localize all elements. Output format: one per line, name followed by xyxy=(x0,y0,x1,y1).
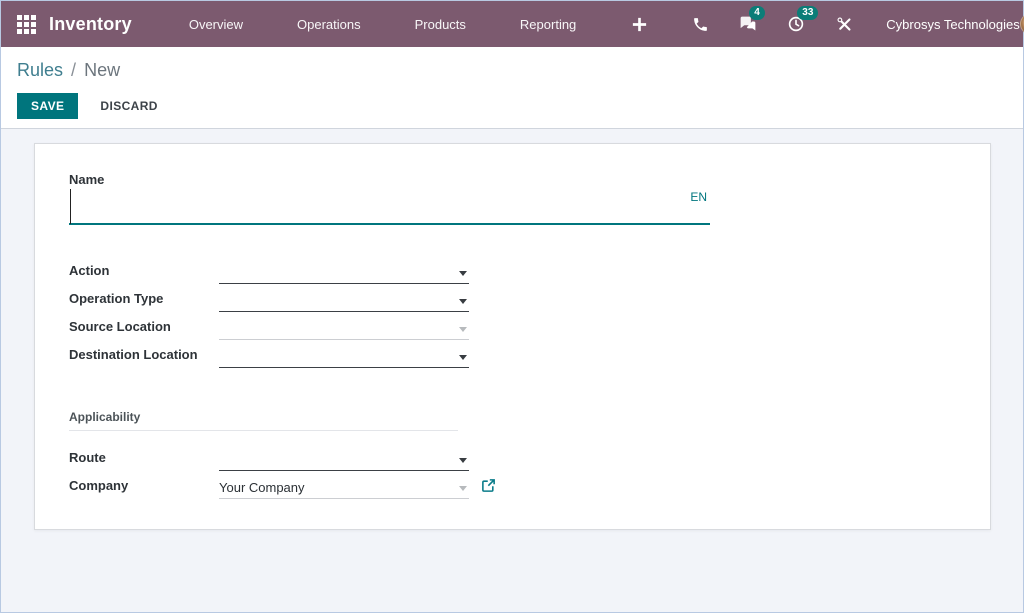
source-location-select xyxy=(219,318,469,340)
breadcrumb-rules-link[interactable]: Rules xyxy=(17,60,63,80)
main-navbar: Inventory Overview Operations Products R… xyxy=(1,1,1023,47)
route-select[interactable] xyxy=(219,449,469,471)
company-label: Company xyxy=(69,478,219,493)
menu-operations[interactable]: Operations xyxy=(270,3,388,46)
control-panel: Rules / New SAVE DISCARD xyxy=(1,47,1023,129)
destination-location-row: Destination Location xyxy=(69,340,950,368)
menu-reporting[interactable]: Reporting xyxy=(493,3,603,46)
action-label: Action xyxy=(69,263,219,278)
messages-icon[interactable]: 4 xyxy=(737,13,759,35)
breadcrumb-current: New xyxy=(84,60,120,80)
operation-type-select[interactable] xyxy=(219,290,469,312)
name-input[interactable]: EN xyxy=(69,187,710,225)
breadcrumb-separator: / xyxy=(68,60,79,80)
action-row: Action xyxy=(69,256,950,284)
operation-type-label: Operation Type xyxy=(69,291,219,306)
apps-grid-icon[interactable] xyxy=(17,14,36,34)
chevron-down-icon xyxy=(459,271,467,276)
action-select[interactable] xyxy=(219,262,469,284)
chevron-down-icon xyxy=(459,486,467,491)
source-location-label: Source Location xyxy=(69,319,219,334)
app-name[interactable]: Inventory xyxy=(49,14,132,35)
menu-overview[interactable]: Overview xyxy=(162,3,270,46)
chevron-down-icon xyxy=(459,458,467,463)
phone-icon[interactable] xyxy=(689,13,711,35)
operation-type-row: Operation Type xyxy=(69,284,950,312)
systray: 4 33 Cybrosys Technologies xyxy=(615,13,1019,35)
activities-clock-icon[interactable]: 33 xyxy=(785,13,807,35)
menu-products[interactable]: Products xyxy=(388,3,493,46)
top-menu: Overview Operations Products Reporting xyxy=(162,3,603,46)
messages-badge: 4 xyxy=(749,6,765,20)
applicability-section-title: Applicability xyxy=(69,410,458,431)
plus-icon[interactable] xyxy=(628,13,650,35)
name-label: Name xyxy=(69,172,710,187)
chevron-down-icon xyxy=(459,355,467,360)
translation-badge[interactable]: EN xyxy=(690,190,707,204)
destination-location-select[interactable] xyxy=(219,346,469,368)
route-label: Route xyxy=(69,450,219,465)
external-link-icon[interactable] xyxy=(481,478,496,493)
route-row: Route xyxy=(69,443,950,471)
chevron-down-icon xyxy=(459,327,467,332)
text-cursor xyxy=(70,189,71,224)
name-field-group: Name EN xyxy=(69,172,710,225)
breadcrumb: Rules / New xyxy=(17,60,1007,81)
content-area: Name EN Action Operation Type xyxy=(1,129,1023,612)
company-switcher[interactable]: Cybrosys Technologies xyxy=(886,17,1019,32)
chevron-down-icon xyxy=(459,299,467,304)
discard-button[interactable]: DISCARD xyxy=(92,93,165,119)
destination-location-label: Destination Location xyxy=(69,347,219,362)
user-menu[interactable]: Mitchell Admin xyxy=(1020,13,1024,35)
company-select: Your Company xyxy=(219,477,469,499)
save-button[interactable]: SAVE xyxy=(17,93,78,119)
control-panel-buttons: SAVE DISCARD xyxy=(17,93,1007,119)
form-sheet: Name EN Action Operation Type xyxy=(34,143,991,530)
source-location-row: Source Location xyxy=(69,312,950,340)
applicability-fields-group: Route Company Your Company xyxy=(69,443,950,499)
tools-icon[interactable] xyxy=(833,13,855,35)
main-fields-group: Action Operation Type Source Location xyxy=(69,256,950,368)
company-row: Company Your Company xyxy=(69,471,950,499)
user-avatar xyxy=(1020,13,1024,35)
activities-badge: 33 xyxy=(797,6,818,20)
